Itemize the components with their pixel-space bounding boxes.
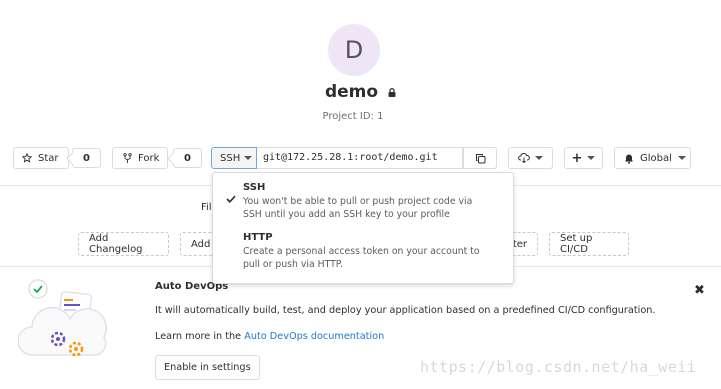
project-title: demo	[0, 82, 721, 102]
description-line: You won't be able to pull or push projec…	[243, 196, 473, 207]
add-changelog-button[interactable]: Add Changelog	[78, 232, 169, 256]
watermark: https://blog.csdn.net/ha_weii	[420, 358, 697, 376]
clone-protocol-dropdown: SSH You won't be able to pull or push pr…	[212, 172, 514, 284]
auto-devops-docs-link[interactable]: Auto DevOps documentation	[244, 331, 384, 342]
auto-devops-description: It will automatically build, test, and d…	[155, 305, 656, 316]
files-label: Fil	[201, 202, 212, 213]
chevron-down-icon	[535, 156, 543, 160]
chevron-down-icon	[587, 156, 596, 160]
project-avatar: D	[328, 24, 380, 76]
check-icon	[226, 188, 236, 207]
dropdown-item-http[interactable]: HTTP Create a personal access token on y…	[243, 232, 503, 271]
project-id: Project ID: 1	[322, 111, 384, 122]
fork-button[interactable]: Fork	[112, 147, 168, 169]
lock-icon	[388, 82, 396, 102]
protocol-label: SSH	[220, 152, 241, 164]
fork-icon	[123, 152, 132, 164]
dropdown-item-title: SSH	[243, 182, 266, 193]
dropdown-item-ssh[interactable]: SSH You won't be able to pull or push pr…	[243, 182, 503, 221]
download-button[interactable]	[508, 147, 553, 169]
close-icon[interactable]: ✖	[694, 283, 705, 298]
clone-url-input[interactable]: git@172.25.28.1:root/demo.git	[257, 147, 463, 169]
star-button[interactable]: Star	[13, 147, 69, 169]
notification-label: Global	[640, 152, 672, 164]
learn-more-prefix: Learn more in the	[155, 331, 245, 342]
copy-icon	[475, 153, 486, 164]
chevron-down-icon	[677, 156, 686, 160]
setup-ci-button[interactable]: Set up CI/CD	[549, 232, 629, 256]
project-name: demo	[324, 82, 379, 102]
star-count[interactable]: 0	[72, 148, 101, 168]
dropdown-item-title: HTTP	[243, 232, 273, 243]
copy-url-button[interactable]	[463, 147, 497, 169]
description-line: SSH until you add an SSH key to your pro…	[243, 209, 450, 220]
bell-icon	[624, 153, 634, 164]
enable-in-settings-button[interactable]: Enable in settings	[155, 355, 260, 380]
description-line: pull or push via HTTP.	[243, 259, 343, 270]
clone-protocol-button[interactable]: SSH	[211, 147, 257, 169]
star-label: Star	[38, 152, 59, 164]
fork-label: Fork	[138, 152, 160, 164]
star-icon	[22, 153, 32, 163]
plus-icon: +	[571, 150, 583, 166]
dropdown-item-description: Create a personal access token on your a…	[243, 245, 503, 271]
devops-illustration-icon	[17, 275, 114, 371]
download-icon	[518, 153, 530, 163]
description-line: Create a personal access token on your a…	[243, 246, 480, 257]
notification-button[interactable]: Global	[614, 147, 691, 169]
dropdown-item-description: You won't be able to pull or push projec…	[243, 195, 503, 221]
auto-devops-learn-more: Learn more in the Auto DevOps documentat…	[155, 331, 384, 342]
chevron-down-icon	[244, 156, 253, 160]
project-page: D demo Project ID: 1 Star 0 Fork 0 SSH g…	[0, 0, 721, 389]
new-item-button[interactable]: +	[564, 147, 603, 169]
fork-count[interactable]: 0	[173, 148, 202, 168]
